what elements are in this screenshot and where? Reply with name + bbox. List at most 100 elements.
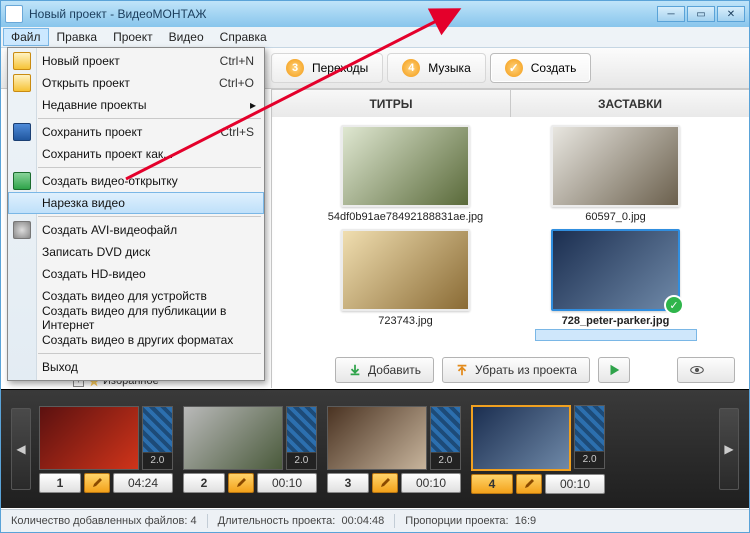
submenu-arrow-icon: ▸: [250, 98, 256, 112]
thumbnail[interactable]: 723743.jpg: [321, 229, 491, 341]
selection-bar: [535, 329, 697, 341]
menu-item[interactable]: Новый проект Ctrl+N: [8, 50, 264, 72]
menu-файл[interactable]: Файл: [3, 28, 49, 46]
clip-thumbnail: [327, 406, 427, 470]
clip-index: 4: [471, 474, 513, 494]
wizard-step-Переходы[interactable]: 3Переходы: [271, 53, 383, 83]
thumbnail-caption: 60597_0.jpg: [585, 211, 646, 223]
timeline-scroll-left[interactable]: ◀: [11, 408, 31, 490]
menu-item[interactable]: Создать видео в других форматах: [8, 329, 264, 351]
menu-item-label: Создать видео для публикации в Интернет: [42, 304, 254, 332]
add-button[interactable]: Добавить: [335, 357, 434, 383]
menu-item[interactable]: Создать видео-открытку: [8, 170, 264, 192]
transition-duration: 2.0: [287, 452, 316, 469]
menu-item-label: Создать видео для устройств: [42, 289, 207, 303]
menu-item[interactable]: Сохранить проектCtrl+S: [8, 121, 264, 143]
clip-edit-button[interactable]: [372, 473, 398, 493]
file-menu-dropdown: Новый проектCtrl+NОткрыть проектCtrl+OНе…: [7, 47, 265, 381]
menu-item[interactable]: Создать видео для публикации в Интернет: [8, 307, 264, 329]
timeline-clip[interactable]: 2.0104:24: [39, 406, 173, 493]
transition-slot[interactable]: 2.0: [430, 406, 461, 470]
disc-icon: [13, 221, 31, 239]
timeline-clip[interactable]: 2.0200:10: [183, 406, 317, 493]
titlebar: Новый проект - ВидеоМОНТАЖ ─ ▭ ✕: [1, 1, 749, 27]
menu-item-label: Новый проект: [42, 54, 120, 68]
wizard-step-Музыка[interactable]: 4Музыка: [387, 53, 485, 83]
transition-icon: [575, 406, 604, 451]
pencil-icon: [235, 477, 247, 489]
clip-thumbnail: [39, 406, 139, 470]
minimize-button[interactable]: ─: [657, 6, 685, 22]
clip-index: 3: [327, 473, 369, 493]
status-duration-value: 00:04:48: [341, 515, 384, 527]
thumbnail-image: [551, 229, 680, 311]
menu-item[interactable]: Выход: [8, 356, 264, 378]
menu-item[interactable]: Недавние проекты ▸: [8, 94, 264, 116]
menu-видео[interactable]: Видео: [161, 28, 212, 46]
arrow-up-icon: [455, 363, 469, 377]
thumbnail-caption: 728_peter-parker.jpg: [562, 315, 670, 327]
transition-duration: 2.0: [431, 452, 460, 469]
play-button[interactable]: [598, 357, 630, 383]
clip-edit-button[interactable]: [516, 474, 542, 494]
clip-edit-button[interactable]: [228, 473, 254, 493]
menu-item[interactable]: Создать HD-видео: [8, 263, 264, 285]
transition-slot[interactable]: 2.0: [286, 406, 317, 470]
menu-item-label: Недавние проекты: [42, 98, 147, 112]
menu-справка[interactable]: Справка: [212, 28, 275, 46]
clip-duration: 00:10: [401, 473, 461, 493]
timeline: ◀ 2.0104:242.0200:102.0300:102.0400:10 ▶: [1, 389, 749, 508]
timeline-clip[interactable]: 2.0400:10: [471, 405, 605, 494]
transition-slot[interactable]: 2.0: [142, 406, 173, 470]
status-bar: Количество добавленных файлов: 4 Длитель…: [1, 509, 749, 532]
tab-заставки[interactable]: ЗАСТАВКИ: [510, 89, 750, 117]
pencil-icon: [379, 477, 391, 489]
maximize-button[interactable]: ▭: [687, 6, 715, 22]
menu-item[interactable]: Нарезка видео: [8, 192, 264, 214]
status-files-value: 4: [191, 515, 197, 527]
step-number: 3: [286, 59, 304, 77]
clip-duration: 00:10: [257, 473, 317, 493]
timeline-scroll-right[interactable]: ▶: [719, 408, 739, 490]
menu-item-label: Создать видео-открытку: [42, 174, 178, 188]
save-icon: [13, 123, 31, 141]
menu-item-label: Сохранить проект как...: [42, 147, 173, 161]
new-icon: [13, 52, 31, 70]
transition-slot[interactable]: 2.0: [574, 405, 605, 469]
thumbnail-pane: 54df0b91ae78492188831ae.jpg 60597_0.jpg 72…: [271, 117, 749, 388]
tab-титры[interactable]: ТИТРЫ: [271, 89, 511, 117]
menu-item-label: Нарезка видео: [42, 196, 125, 210]
menu-item[interactable]: Записать DVD диск: [8, 241, 264, 263]
menu-item[interactable]: Создать AVI-видеофайл: [8, 219, 264, 241]
clip-thumbnail: [471, 405, 571, 471]
preview-button[interactable]: [677, 357, 735, 383]
menu-item-label: Сохранить проект: [42, 125, 142, 139]
wizard-step-Создать[interactable]: ✓Создать: [490, 53, 592, 83]
window-title: Новый проект - ВидеоМОНТАЖ: [29, 7, 207, 21]
menu-проект[interactable]: Проект: [105, 28, 161, 46]
menu-item[interactable]: Сохранить проект как...: [8, 143, 264, 165]
thumbnail[interactable]: 60597_0.jpg: [531, 125, 701, 223]
menu-shortcut: Ctrl+N: [220, 54, 254, 68]
clip-duration: 04:24: [113, 473, 173, 493]
app-window: Новый проект - ВидеоМОНТАЖ ─ ▭ ✕ ФайлПра…: [0, 0, 750, 533]
thumbnail-image: [551, 125, 680, 207]
thumbnail[interactable]: 54df0b91ae78492188831ae.jpg: [321, 125, 491, 223]
transition-icon: [431, 407, 460, 452]
action-button-row: Добавить Убрать из проекта: [335, 356, 735, 384]
close-button[interactable]: ✕: [717, 6, 745, 22]
remove-button[interactable]: Убрать из проекта: [442, 357, 590, 383]
thumbnail-image: [341, 229, 470, 311]
transition-duration: 2.0: [143, 452, 172, 469]
clip-thumbnail: [183, 406, 283, 470]
thumbnail[interactable]: 728_peter-parker.jpg: [531, 229, 701, 341]
clip-edit-button[interactable]: [84, 473, 110, 493]
menu-item-label: Открыть проект: [42, 76, 130, 90]
menu-item[interactable]: Открыть проектCtrl+O: [8, 72, 264, 94]
menu-правка[interactable]: Правка: [49, 28, 106, 46]
menu-item-label: Создать видео в других форматах: [42, 333, 233, 347]
check-icon: ✓: [505, 59, 523, 77]
clip-strip: 2.0104:242.0200:102.0300:102.0400:10: [39, 405, 711, 494]
menu-item-label: Записать DVD диск: [42, 245, 150, 259]
timeline-clip[interactable]: 2.0 3 00:10: [327, 406, 461, 493]
